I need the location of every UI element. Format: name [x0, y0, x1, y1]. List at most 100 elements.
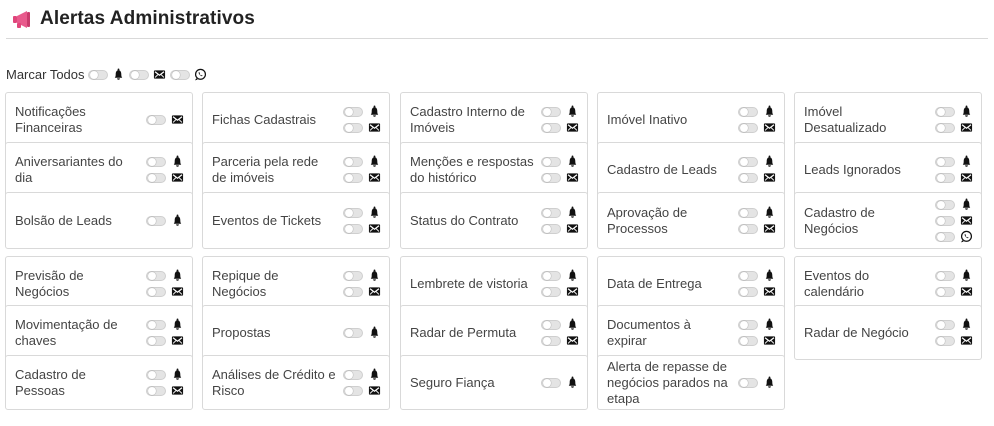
email-toggle[interactable]	[343, 223, 363, 234]
alert-channel-toggles	[146, 356, 184, 409]
email-toggle[interactable]	[738, 172, 758, 183]
bell-toggle[interactable]	[935, 270, 955, 281]
email-icon	[960, 171, 973, 184]
email-icon	[763, 222, 776, 235]
bell-toggle[interactable]	[541, 156, 561, 167]
mark-all-whatsapp-toggle[interactable]	[169, 69, 190, 80]
bell-toggle[interactable]	[738, 377, 758, 388]
alert-card: Imóvel Desatualizado	[794, 92, 982, 147]
email-toggle[interactable]	[935, 335, 955, 346]
bell-toggle[interactable]	[146, 156, 166, 167]
alert-label: Documentos à expirar	[607, 316, 691, 348]
email-toggle[interactable]	[935, 215, 955, 226]
alert-channel-toggles	[935, 306, 973, 359]
alert-label: Repique de Negócios	[212, 267, 279, 299]
alert-label: Radar de Permuta	[410, 324, 517, 340]
email-toggle[interactable]	[146, 385, 166, 396]
bell-toggle[interactable]	[343, 106, 363, 117]
email-toggle[interactable]	[541, 335, 561, 346]
email-toggle[interactable]	[738, 286, 758, 297]
email-channel-row	[935, 214, 973, 228]
bell-toggle[interactable]	[146, 369, 166, 380]
bell-icon	[566, 105, 579, 118]
email-toggle[interactable]	[146, 286, 166, 297]
email-toggle[interactable]	[146, 114, 166, 125]
bell-icon	[171, 214, 184, 227]
bell-channel-row	[541, 155, 579, 169]
bell-toggle[interactable]	[738, 106, 758, 117]
alert-label: Análises de Crédito e Risco	[212, 366, 336, 398]
bell-toggle[interactable]	[343, 207, 363, 218]
bell-toggle[interactable]	[935, 156, 955, 167]
bell-toggle[interactable]	[935, 199, 955, 210]
alert-label: Fichas Cadastrais	[212, 111, 317, 127]
email-icon	[368, 222, 381, 235]
email-toggle[interactable]	[541, 172, 561, 183]
email-icon	[171, 384, 184, 397]
bell-toggle[interactable]	[541, 106, 561, 117]
whatsapp-toggle[interactable]	[935, 231, 955, 242]
bell-toggle[interactable]	[343, 369, 363, 380]
email-toggle[interactable]	[541, 122, 561, 133]
email-icon	[763, 171, 776, 184]
bell-toggle[interactable]	[343, 327, 363, 338]
bell-toggle[interactable]	[146, 319, 166, 330]
alert-label: Status do Contrato	[410, 212, 519, 228]
bell-icon	[960, 318, 973, 331]
email-channel-row	[738, 121, 776, 135]
email-toggle[interactable]	[343, 286, 363, 297]
mark-all-bell-toggle[interactable]	[87, 69, 108, 80]
email-toggle[interactable]	[146, 172, 166, 183]
alert-card: Lembrete de vistoria	[400, 256, 588, 311]
bell-toggle[interactable]	[738, 156, 758, 167]
alert-channel-toggles	[343, 356, 381, 409]
email-toggle[interactable]	[738, 335, 758, 346]
email-toggle[interactable]	[146, 335, 166, 346]
email-channel-row	[541, 334, 579, 348]
bell-toggle[interactable]	[935, 319, 955, 330]
email-icon	[368, 384, 381, 397]
bell-toggle[interactable]	[738, 270, 758, 281]
email-icon	[566, 222, 579, 235]
alert-channel-toggles	[738, 93, 776, 146]
email-toggle[interactable]	[738, 223, 758, 234]
bell-toggle[interactable]	[343, 156, 363, 167]
bell-icon	[368, 206, 381, 219]
bell-toggle[interactable]	[343, 270, 363, 281]
bell-toggle[interactable]	[738, 319, 758, 330]
bell-toggle[interactable]	[541, 319, 561, 330]
bell-icon	[171, 155, 184, 168]
bell-toggle[interactable]	[541, 270, 561, 281]
alert-card: Eventos de Tickets	[202, 192, 390, 249]
alert-channel-toggles	[935, 257, 973, 310]
bell-icon	[763, 155, 776, 168]
page-title: Alertas Administrativos	[40, 8, 255, 29]
mark-all-email-toggle[interactable]	[128, 69, 149, 80]
email-toggle[interactable]	[343, 172, 363, 183]
bell-toggle[interactable]	[541, 207, 561, 218]
email-toggle[interactable]	[343, 385, 363, 396]
email-toggle[interactable]	[343, 122, 363, 133]
bell-toggle[interactable]	[738, 207, 758, 218]
alert-label: Radar de Negócio	[804, 324, 909, 340]
bell-toggle[interactable]	[146, 270, 166, 281]
email-icon	[171, 171, 184, 184]
bell-toggle[interactable]	[541, 377, 561, 388]
email-toggle[interactable]	[541, 286, 561, 297]
bell-channel-row	[738, 105, 776, 119]
bell-channel-row	[935, 269, 973, 283]
alert-channel-toggles	[541, 257, 579, 310]
email-toggle[interactable]	[738, 122, 758, 133]
alert-label: Eventos do calendário	[804, 267, 870, 299]
email-toggle[interactable]	[935, 122, 955, 133]
email-toggle[interactable]	[541, 223, 561, 234]
bell-toggle[interactable]	[935, 106, 955, 117]
email-toggle[interactable]	[935, 172, 955, 183]
bell-channel-row	[146, 318, 184, 332]
bell-icon	[368, 368, 381, 381]
bell-toggle[interactable]	[146, 215, 166, 226]
email-toggle[interactable]	[935, 286, 955, 297]
email-channel-row	[146, 113, 184, 127]
bell-channel-row	[146, 214, 184, 228]
email-icon	[763, 121, 776, 134]
